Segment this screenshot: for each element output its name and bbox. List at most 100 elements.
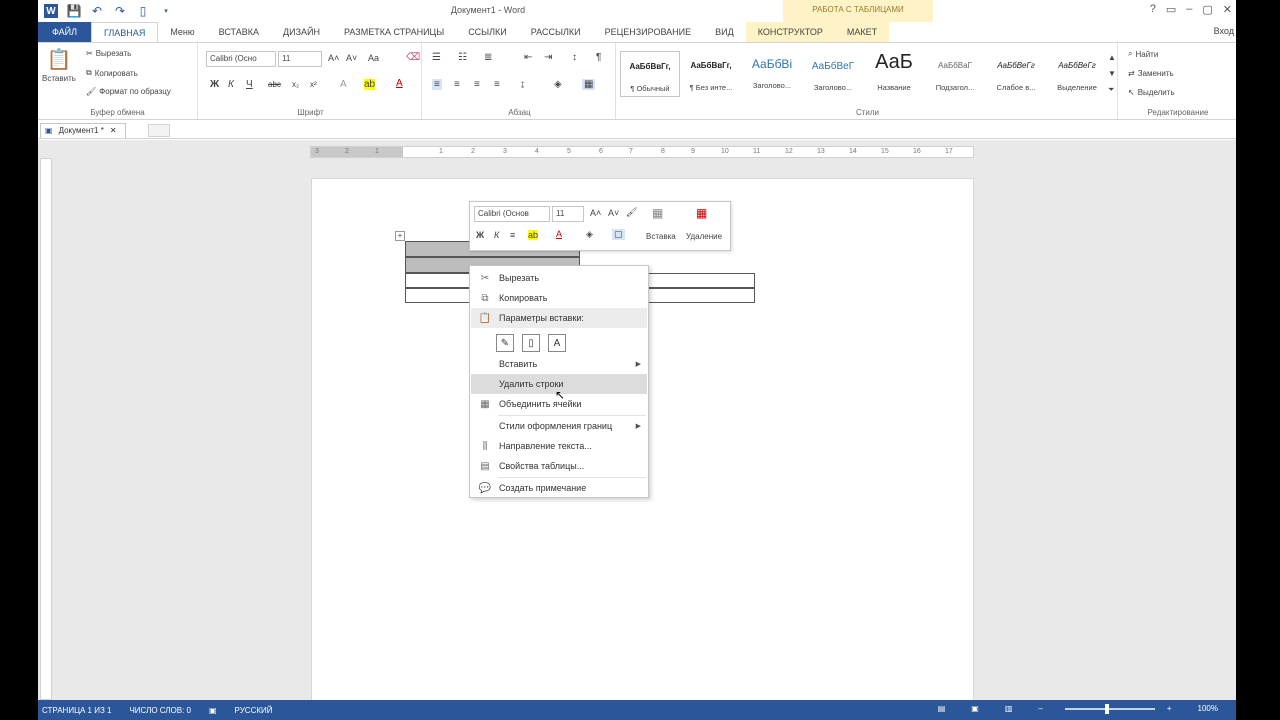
save-icon[interactable]: 💾 (67, 4, 82, 18)
zoom-level[interactable]: 100% (1198, 704, 1218, 713)
align-center-icon[interactable]: ≡ (454, 79, 460, 90)
cut-button[interactable]: ✂ Вырезать (86, 49, 131, 58)
tab-references[interactable]: ССЫЛКИ (456, 22, 519, 42)
menu-item-table-properties[interactable]: ▤ Свойства таблицы... (471, 456, 647, 476)
document-page[interactable]: + Calibri (Основ 11 A˄ A˅ 🖌 ▦ ▦ Ж К ≡ ab (311, 178, 974, 700)
mini-italic-button[interactable]: К (494, 230, 499, 240)
tab-home[interactable]: ГЛАВНАЯ (91, 21, 159, 43)
format-painter-button[interactable]: 🖌 Формат по образцу (86, 87, 171, 96)
text-effects-icon[interactable]: A (340, 79, 347, 90)
grow-font-icon[interactable]: A˄ (328, 53, 339, 63)
tab-table-design[interactable]: КОНСТРУКТОР (745, 22, 835, 42)
web-layout-icon[interactable]: ▥ (1005, 704, 1013, 713)
menu-item-copy[interactable]: ⧉ Копировать (471, 288, 647, 308)
style-heading-2[interactable]: АаБбВеГ Заголово... (803, 51, 863, 97)
tab-design[interactable]: ДИЗАЙН (271, 22, 332, 42)
style-subtitle[interactable]: АаБбВаГ Подзагол... (925, 51, 985, 97)
tab-file[interactable]: ФАЙЛ (38, 22, 92, 42)
shrink-font-icon[interactable]: A˅ (346, 53, 357, 63)
align-right-icon[interactable]: ≡ (474, 79, 480, 90)
menu-item-border-styles[interactable]: Стили оформления границ ▶ (471, 416, 647, 436)
highlight-icon[interactable]: ab (364, 79, 376, 90)
justify-icon[interactable]: ≡ (494, 79, 500, 90)
vertical-ruler[interactable] (40, 158, 52, 700)
paste-keep-format-icon[interactable]: ✎ (496, 334, 514, 352)
help-button[interactable]: ? (1150, 3, 1156, 16)
mini-shrink-font-icon[interactable]: A˅ (608, 208, 619, 218)
mini-font-combo[interactable]: Calibri (Основ (474, 206, 550, 222)
styles-scroll-up-icon[interactable]: ▲ (1108, 53, 1116, 62)
close-tab-icon[interactable]: ✕ (110, 124, 117, 138)
tab-mailings[interactable]: РАССЫЛКИ (519, 22, 593, 42)
mini-align-icon[interactable]: ≡ (510, 230, 515, 240)
horizontal-ruler[interactable]: 3 2 1 1 2 3 4 5 6 7 8 9 10 11 12 13 14 1… (310, 146, 974, 158)
minimize-button[interactable]: – (1186, 3, 1192, 16)
read-mode-icon[interactable]: ▤ (938, 704, 946, 713)
decrease-indent-icon[interactable]: ⇤ (524, 52, 532, 63)
ribbon-display-button[interactable]: ▭ (1166, 3, 1176, 16)
superscript-button[interactable]: x² (310, 80, 317, 89)
redo-icon[interactable]: ↷ (113, 4, 127, 18)
bold-button[interactable]: Ж (210, 79, 219, 90)
select-button[interactable]: ↖ Выделить (1128, 88, 1175, 97)
mini-font-color-icon[interactable]: A (556, 229, 562, 239)
styles-more-icon[interactable]: ⏷ (1108, 85, 1114, 95)
mini-format-painter-icon[interactable]: 🖌 (626, 207, 637, 218)
customize-qat-icon[interactable]: ▾ (159, 4, 173, 18)
mini-grow-font-icon[interactable]: A˄ (590, 208, 601, 218)
table-move-handle-icon[interactable]: + (395, 231, 405, 241)
style-title[interactable]: АаБ Название (864, 51, 924, 97)
menu-item-text-direction[interactable]: ⫼ Направление текста... (471, 436, 647, 456)
bullets-icon[interactable]: ☰ (432, 52, 441, 63)
word-count[interactable]: ЧИСЛО СЛОВ: 0 (129, 706, 191, 715)
sign-in-link[interactable]: Вход (1214, 26, 1234, 36)
style-emphasis[interactable]: АаБбВеГг Выделение (1047, 51, 1107, 97)
underline-button[interactable]: Ч (246, 79, 253, 90)
new-tab-button[interactable] (148, 124, 170, 137)
language[interactable]: РУССКИЙ (235, 706, 273, 715)
tab-insert[interactable]: ВСТАВКА (207, 22, 271, 42)
undo-icon[interactable]: ↶ (90, 4, 104, 18)
font-color-button[interactable]: A (396, 78, 403, 89)
font-name-combo[interactable]: Calibri (Осно (206, 51, 276, 67)
mini-size-combo[interactable]: 11 (552, 206, 584, 222)
numbering-icon[interactable]: ☷ (458, 52, 467, 63)
zoom-in-icon[interactable]: + (1167, 704, 1172, 713)
strikethrough-button[interactable]: abc (268, 80, 281, 89)
proofing-icon[interactable]: ▣ (209, 706, 217, 715)
sort-icon[interactable]: ↕ (572, 52, 577, 63)
font-size-combo[interactable]: 11 (278, 51, 322, 67)
multilevel-list-icon[interactable]: ≣ (484, 52, 492, 63)
tab-review[interactable]: РЕЦЕНЗИРОВАНИЕ (593, 22, 704, 42)
increase-indent-icon[interactable]: ⇥ (544, 52, 552, 63)
copy-button[interactable]: ⧉ Копировать (86, 68, 138, 78)
pilcrow-icon[interactable]: ¶ (596, 52, 601, 63)
mini-insert-icon[interactable]: ▦ (652, 206, 663, 220)
change-case-icon[interactable]: Aa (368, 53, 379, 63)
document-tab[interactable]: ▣ Документ1 * ✕ (40, 123, 126, 138)
shading-icon[interactable]: ◈ (554, 79, 562, 90)
paste-text-only-icon[interactable]: A (548, 334, 566, 352)
replace-button[interactable]: ⇄ Заменить (1128, 69, 1174, 78)
style-no-spacing[interactable]: АаБбВвГг, ¶ Без инте... (681, 51, 741, 97)
menu-item-insert[interactable]: Вставить ▶ (471, 354, 647, 374)
mini-shading-icon[interactable]: ◈ (586, 229, 593, 240)
tab-menu[interactable]: Меню (158, 22, 206, 42)
tab-table-layout[interactable]: МАКЕТ (834, 22, 890, 42)
borders-icon[interactable]: ▦ (582, 79, 596, 90)
mini-borders-icon[interactable]: ▢ (612, 229, 625, 240)
subscript-button[interactable]: x₂ (292, 80, 299, 89)
mini-highlight-icon[interactable]: ab (528, 230, 539, 240)
style-heading-1[interactable]: АаБбВі Заголово... (742, 51, 802, 97)
line-spacing-icon[interactable]: ↨ (520, 79, 525, 90)
menu-item-new-comment[interactable]: 💬 Создать примечание (471, 478, 647, 498)
mini-delete-icon[interactable]: ▦ (696, 206, 707, 220)
maximize-button[interactable]: ▢ (1202, 3, 1212, 16)
clear-format-icon[interactable]: ⌫ (406, 52, 420, 63)
close-button[interactable]: ✕ (1223, 3, 1232, 16)
menu-item-cut[interactable]: ✂ Вырезать (471, 268, 647, 288)
print-layout-icon[interactable]: ▣ (971, 704, 979, 713)
find-button[interactable]: ⌕ Найти (1128, 49, 1158, 59)
mini-insert-label[interactable]: Вставка (646, 232, 676, 241)
styles-scroll-down-icon[interactable]: ▼ (1108, 69, 1116, 78)
